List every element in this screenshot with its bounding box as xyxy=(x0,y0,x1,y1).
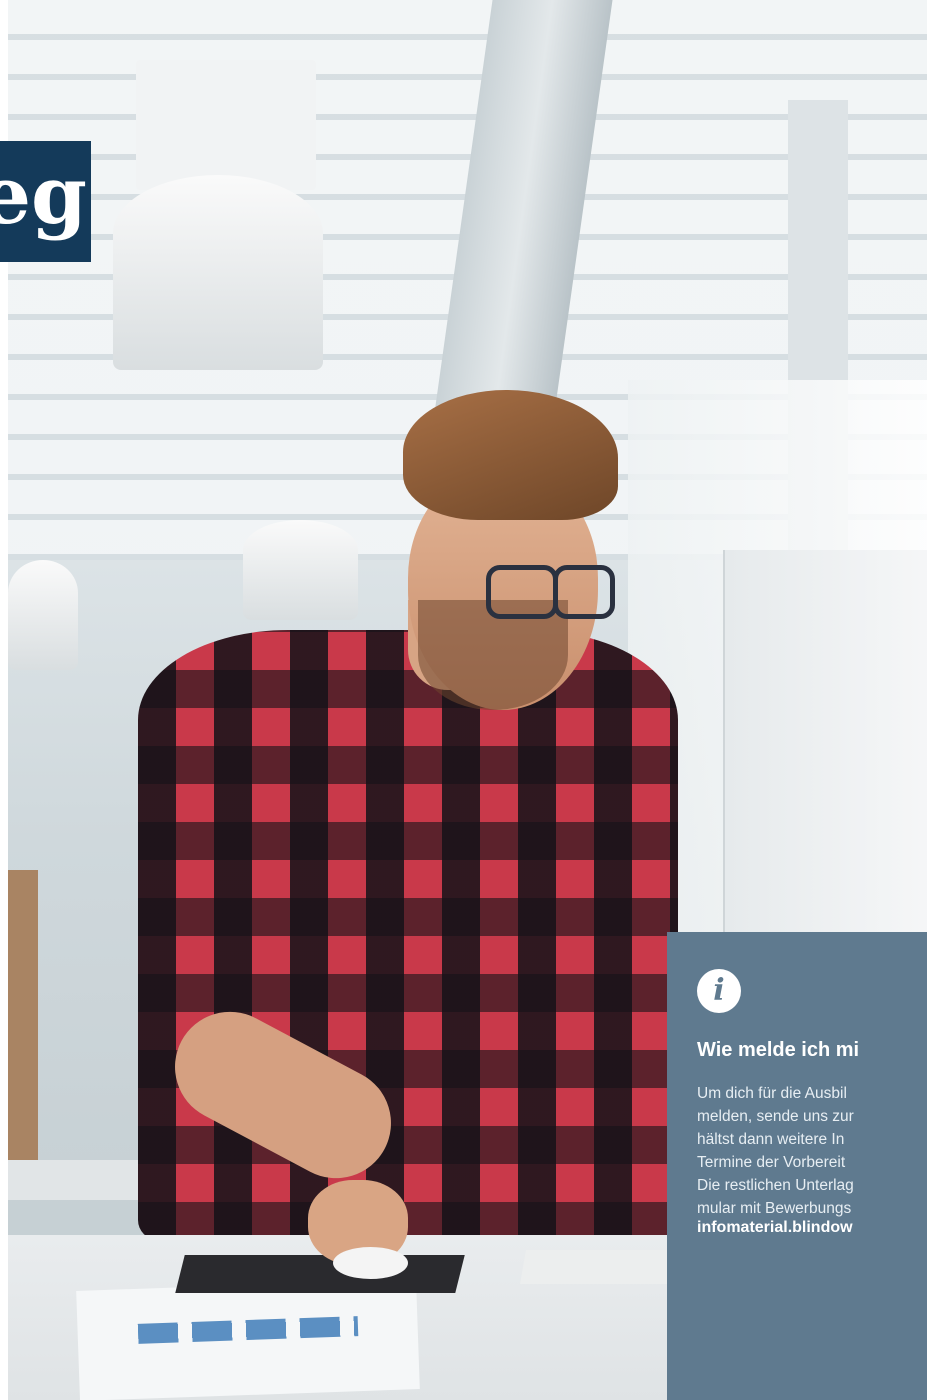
brochure-page: eg i Wie melde ich mi Um dich für die Au… xyxy=(0,0,927,1400)
info-body-line: hältst dann weitere In xyxy=(697,1131,845,1148)
computer-monitor xyxy=(723,550,927,940)
pendant-lamp xyxy=(113,175,323,370)
pendant-lamp-left xyxy=(8,560,78,670)
plaid-shirt xyxy=(138,630,678,1240)
glasses-right-lens xyxy=(553,565,615,619)
wooden-cabinet xyxy=(8,870,38,1170)
mousepad xyxy=(175,1255,465,1293)
info-body: Um dich für die Ausbil melden, sende uns… xyxy=(697,1082,927,1220)
page-title: eg xyxy=(0,148,87,242)
title-tab: eg xyxy=(0,141,91,262)
lamp-mount xyxy=(136,60,316,190)
keyboard xyxy=(520,1250,686,1284)
pendant-lamp-far xyxy=(243,520,358,620)
info-heading: Wie melde ich mi xyxy=(697,1039,860,1061)
info-panel: i Wie melde ich mi Um dich für die Ausbi… xyxy=(667,932,927,1400)
info-icon: i xyxy=(697,969,741,1013)
glasses-left-lens xyxy=(486,565,558,619)
computer-mouse xyxy=(333,1247,408,1279)
info-body-line: melden, sende uns zur xyxy=(697,1108,854,1125)
infomaterial-link[interactable]: infomaterial.blindow xyxy=(697,1216,853,1239)
info-body-line: Um dich für die Ausbil xyxy=(697,1085,847,1102)
info-body-line: Termine der Vorbereit xyxy=(697,1154,846,1171)
info-body-line: Die restlichen Unterlag xyxy=(697,1177,854,1194)
hair xyxy=(403,390,618,520)
